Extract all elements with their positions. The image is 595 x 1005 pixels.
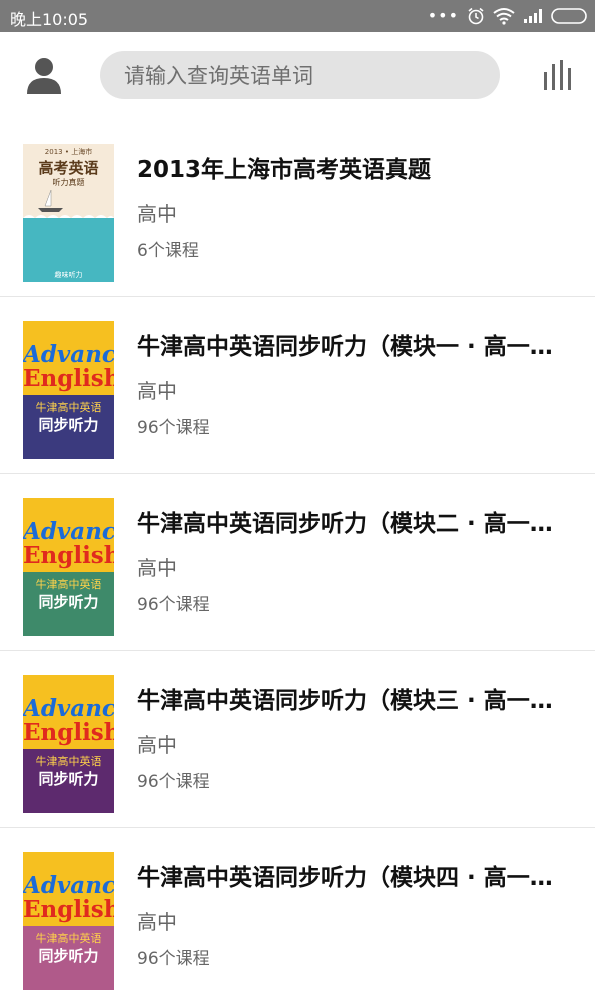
cover-brand-english: English — [23, 365, 114, 392]
course-title: 牛津高中英语同步听力（模块二 · 高一… — [137, 511, 553, 537]
search-input[interactable] — [122, 51, 486, 101]
battery-icon — [551, 8, 587, 24]
course-count: 96个课程 — [137, 595, 210, 615]
course-item[interactable]: Advance English 牛津高中英语 同步听力 牛津高中英语同步听力（模… — [0, 651, 595, 828]
cover-brand-english: English — [23, 542, 114, 569]
search-box[interactable] — [100, 51, 500, 101]
course-cover: Advance English 牛津高中英语 同步听力 — [23, 321, 114, 459]
course-level: 高中 — [137, 202, 177, 226]
course-cover: Advance English 牛津高中英语 同步听力 — [23, 675, 114, 813]
cover-brand-advance: Advance — [23, 872, 114, 899]
cover-cn-series: 牛津高中英语 — [35, 755, 102, 768]
user-avatar-icon[interactable] — [26, 56, 62, 94]
status-time: 晚上10:05 — [10, 10, 89, 29]
course-count: 96个课程 — [137, 949, 210, 969]
cover-cn-title: 同步听力 — [38, 947, 99, 965]
course-title: 牛津高中英语同步听力（模块四 · 高一… — [137, 865, 553, 891]
cover-brand-english: English — [23, 719, 114, 746]
course-item[interactable]: Advance English 牛津高中英语 同步听力 牛津高中英语同步听力（模… — [0, 297, 595, 474]
cover-cn-series: 牛津高中英语 — [35, 578, 102, 591]
course-title: 2013年上海市高考英语真题 — [137, 157, 432, 183]
course-title: 牛津高中英语同步听力（模块一 · 高一… — [137, 334, 553, 360]
cover-cn-title: 同步听力 — [38, 770, 99, 788]
course-cover: Advance English 牛津高中英语 同步听力 — [23, 498, 114, 636]
course-title: 牛津高中英语同步听力（模块三 · 高一… — [137, 688, 553, 714]
audio-bars-icon[interactable] — [542, 60, 574, 90]
course-count: 96个课程 — [137, 418, 210, 438]
course-level: 高中 — [137, 910, 177, 934]
cover-cn-series: 牛津高中英语 — [35, 401, 102, 414]
course-item[interactable]: Advance English 牛津高中英语 同步听力 牛津高中英语同步听力（模… — [0, 474, 595, 651]
cover-bottom-text: 趣味听力 — [54, 271, 83, 279]
cover-brand-advance: Advance — [23, 695, 114, 722]
cover-cn-title: 同步听力 — [38, 416, 99, 434]
more-notifications-icon: ••• — [427, 6, 459, 25]
course-item[interactable]: Advance English 牛津高中英语 同步听力 牛津高中英语同步听力（模… — [0, 828, 595, 1005]
course-level: 高中 — [137, 733, 177, 757]
top-bar — [0, 32, 595, 118]
status-icons: ••• — [428, 6, 589, 26]
cover-brand-english: English — [23, 896, 114, 923]
status-bar: 晚上10:05 ••• — [0, 0, 595, 32]
cover-cn-series: 牛津高中英语 — [35, 932, 102, 945]
course-count: 96个课程 — [137, 772, 210, 792]
course-cover: 2013 • 上海市 高考英语 听力真题 趣味听力 — [23, 144, 114, 282]
alarm-icon — [468, 7, 484, 25]
course-level: 高中 — [137, 379, 177, 403]
wifi-icon — [493, 8, 515, 25]
course-list: 2013 • 上海市 高考英语 听力真题 趣味听力 2013年上海市高考英语真题… — [0, 120, 595, 1005]
signal-icon — [524, 9, 542, 23]
cover-brand-advance: Advance — [23, 518, 114, 545]
course-level: 高中 — [137, 556, 177, 580]
cover-brand-advance: Advance — [23, 341, 114, 368]
cover-cn-title: 同步听力 — [38, 593, 99, 611]
course-count: 6个课程 — [137, 241, 199, 261]
sailboat-illustration — [23, 189, 114, 282]
course-cover: Advance English 牛津高中英语 同步听力 — [23, 852, 114, 990]
course-item[interactable]: 2013 • 上海市 高考英语 听力真题 趣味听力 2013年上海市高考英语真题… — [0, 120, 595, 297]
